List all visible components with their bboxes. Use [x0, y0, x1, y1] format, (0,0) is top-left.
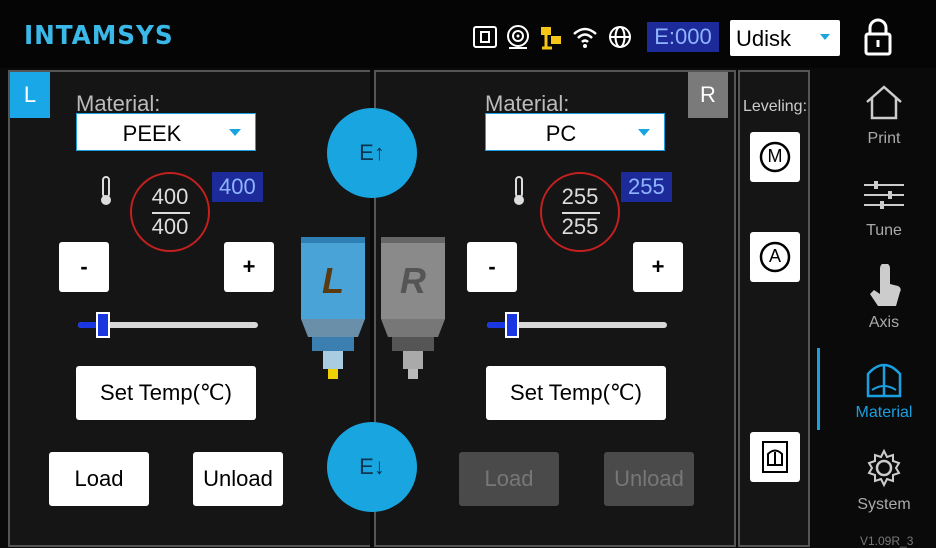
right-nozzle-letter: R [400, 260, 426, 301]
right-load-button[interactable]: Load [459, 452, 559, 506]
auto-level-letter: A [768, 246, 781, 266]
nav-item-axis[interactable]: Axis [840, 262, 928, 332]
sliders-icon [864, 181, 904, 209]
extrude-down-button[interactable]: E↓ [327, 422, 417, 512]
nav-label-axis: Axis [868, 314, 900, 331]
left-nozzle-letter: L [322, 260, 344, 301]
chevron-down-icon [638, 129, 650, 136]
right-set-temp-button[interactable]: Set Temp(℃) [486, 366, 666, 420]
left-slider-handle[interactable] [96, 312, 111, 338]
network-icon [541, 27, 561, 50]
spool-icon [866, 363, 902, 398]
nav-item-tune[interactable]: Tune [840, 170, 928, 240]
nav-label-system: System [857, 496, 911, 513]
right-temp-minus-button[interactable]: - [467, 242, 517, 292]
lock-icon[interactable] [863, 18, 893, 56]
nav-item-print[interactable]: Print [840, 78, 928, 148]
wifi-icon [573, 27, 597, 48]
extruder-counter: E:000 [647, 22, 719, 52]
chevron-down-icon [229, 129, 241, 136]
left-material-select[interactable]: PEEK [76, 113, 256, 151]
disc-icon [507, 25, 529, 49]
right-temp-target: 255 [561, 214, 599, 239]
nav-item-system[interactable]: System [840, 444, 928, 514]
hand-icon [870, 264, 901, 306]
right-slider-handle[interactable] [505, 312, 520, 338]
manual-leveling-button[interactable]: M [750, 132, 800, 182]
chevron-down-icon [820, 34, 830, 40]
right-temp-setpoint: 255 [621, 172, 672, 202]
auto-leveling-button[interactable]: A [750, 232, 800, 282]
right-temp-current: 255 [561, 184, 599, 209]
nav-item-material[interactable]: Material [840, 352, 928, 422]
nav-label-material: Material [855, 404, 913, 421]
globe-icon [609, 26, 631, 48]
left-temp-target: 400 [151, 214, 189, 239]
left-temp-current: 400 [151, 184, 189, 209]
left-material-value: PEEK [122, 121, 182, 146]
right-temp-plus-button[interactable]: + [633, 242, 683, 292]
brand-logo: INTAMSYS [24, 21, 174, 51]
right-temp-gauge: 255 255 [540, 172, 620, 252]
right-nozzle-illustration [381, 237, 445, 379]
left-extruder-tag: L [10, 72, 50, 118]
material-info-button[interactable] [750, 432, 800, 482]
notebook-icon [762, 441, 788, 473]
right-temp-slider[interactable] [487, 312, 667, 338]
card-icon [473, 26, 497, 48]
left-load-button[interactable]: Load [49, 452, 149, 506]
left-temp-slider[interactable] [78, 312, 258, 338]
nav-label-tune: Tune [866, 222, 902, 239]
left-nozzle-illustration [301, 237, 365, 379]
gear-icon [867, 448, 901, 488]
storage-select[interactable]: Udisk [730, 20, 840, 56]
thermometer-icon [514, 176, 524, 205]
left-set-temp-button[interactable]: Set Temp(℃) [76, 366, 256, 420]
house-icon [866, 85, 902, 120]
thermometer-icon [101, 176, 111, 205]
left-unload-button[interactable]: Unload [193, 452, 283, 506]
left-temp-gauge: 400 400 [130, 172, 210, 252]
extrude-up-button[interactable]: E↑ [327, 108, 417, 198]
left-temp-plus-button[interactable]: + [224, 242, 274, 292]
right-extruder-tag: R [688, 72, 728, 118]
firmware-version: V1.09R_3 [860, 534, 914, 548]
right-material-select[interactable]: PC [485, 113, 665, 151]
right-material-value: PC [545, 121, 577, 146]
left-temp-setpoint: 400 [212, 172, 263, 202]
nav-scroll-indicator [817, 348, 820, 430]
nav-label-print: Print [867, 130, 901, 147]
right-unload-button[interactable]: Unload [604, 452, 694, 506]
left-temp-minus-button[interactable]: - [59, 242, 109, 292]
manual-level-letter: M [767, 146, 783, 166]
leveling-label: Leveling: [742, 98, 808, 115]
storage-select-value: Udisk [736, 26, 792, 51]
